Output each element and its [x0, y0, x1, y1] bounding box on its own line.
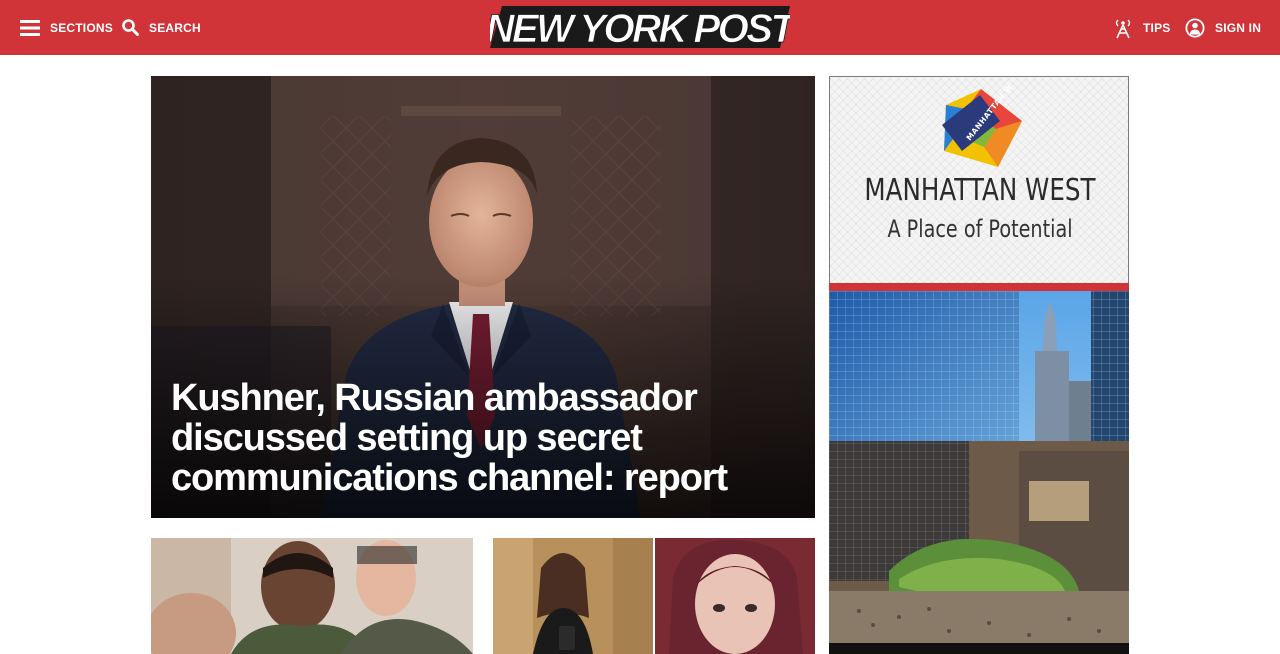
sign-in-button[interactable]: SIGN IN [1185, 0, 1261, 55]
sections-label: SECTIONS [50, 20, 113, 35]
site-logo[interactable]: NEW YORK POST [490, 4, 790, 50]
menu-icon [20, 19, 40, 36]
site-header: SECTIONS SEARCH NEW YORK POST TIPS SIGN … [0, 0, 1280, 55]
ad-title: MANHATTAN WEST [864, 173, 1096, 208]
story-tile[interactable] [151, 538, 473, 654]
main-story-headline[interactable]: Kushner, Russian ambassador discussed se… [171, 378, 811, 498]
search-button[interactable]: SEARCH [122, 0, 201, 55]
tips-antenna-icon [1114, 17, 1132, 39]
search-label: SEARCH [149, 20, 201, 35]
story-tile[interactable] [493, 538, 815, 654]
ad-image [829, 291, 1129, 654]
main-story[interactable]: Kushner, Russian ambassador discussed se… [151, 76, 815, 518]
story-tile-image [493, 538, 815, 654]
user-icon [1185, 17, 1205, 38]
ad-tagline: A Place of Potential [887, 215, 1073, 243]
ad-header: MANHATTAN WEST MANHATTAN WEST A Place of… [829, 76, 1129, 283]
story-tile-image [151, 538, 473, 654]
ad-stripe [829, 283, 1129, 291]
sign-in-label: SIGN IN [1215, 20, 1262, 35]
search-icon [122, 19, 139, 36]
ad-logo: MANHATTAN WEST [942, 85, 1025, 167]
tips-button[interactable]: TIPS [1114, 0, 1170, 55]
advertisement[interactable]: MANHATTAN WEST MANHATTAN WEST A Place of… [829, 76, 1129, 654]
logo-text: NEW YORK POST [490, 7, 790, 50]
sections-button[interactable]: SECTIONS [20, 0, 113, 55]
tips-label: TIPS [1143, 20, 1171, 35]
